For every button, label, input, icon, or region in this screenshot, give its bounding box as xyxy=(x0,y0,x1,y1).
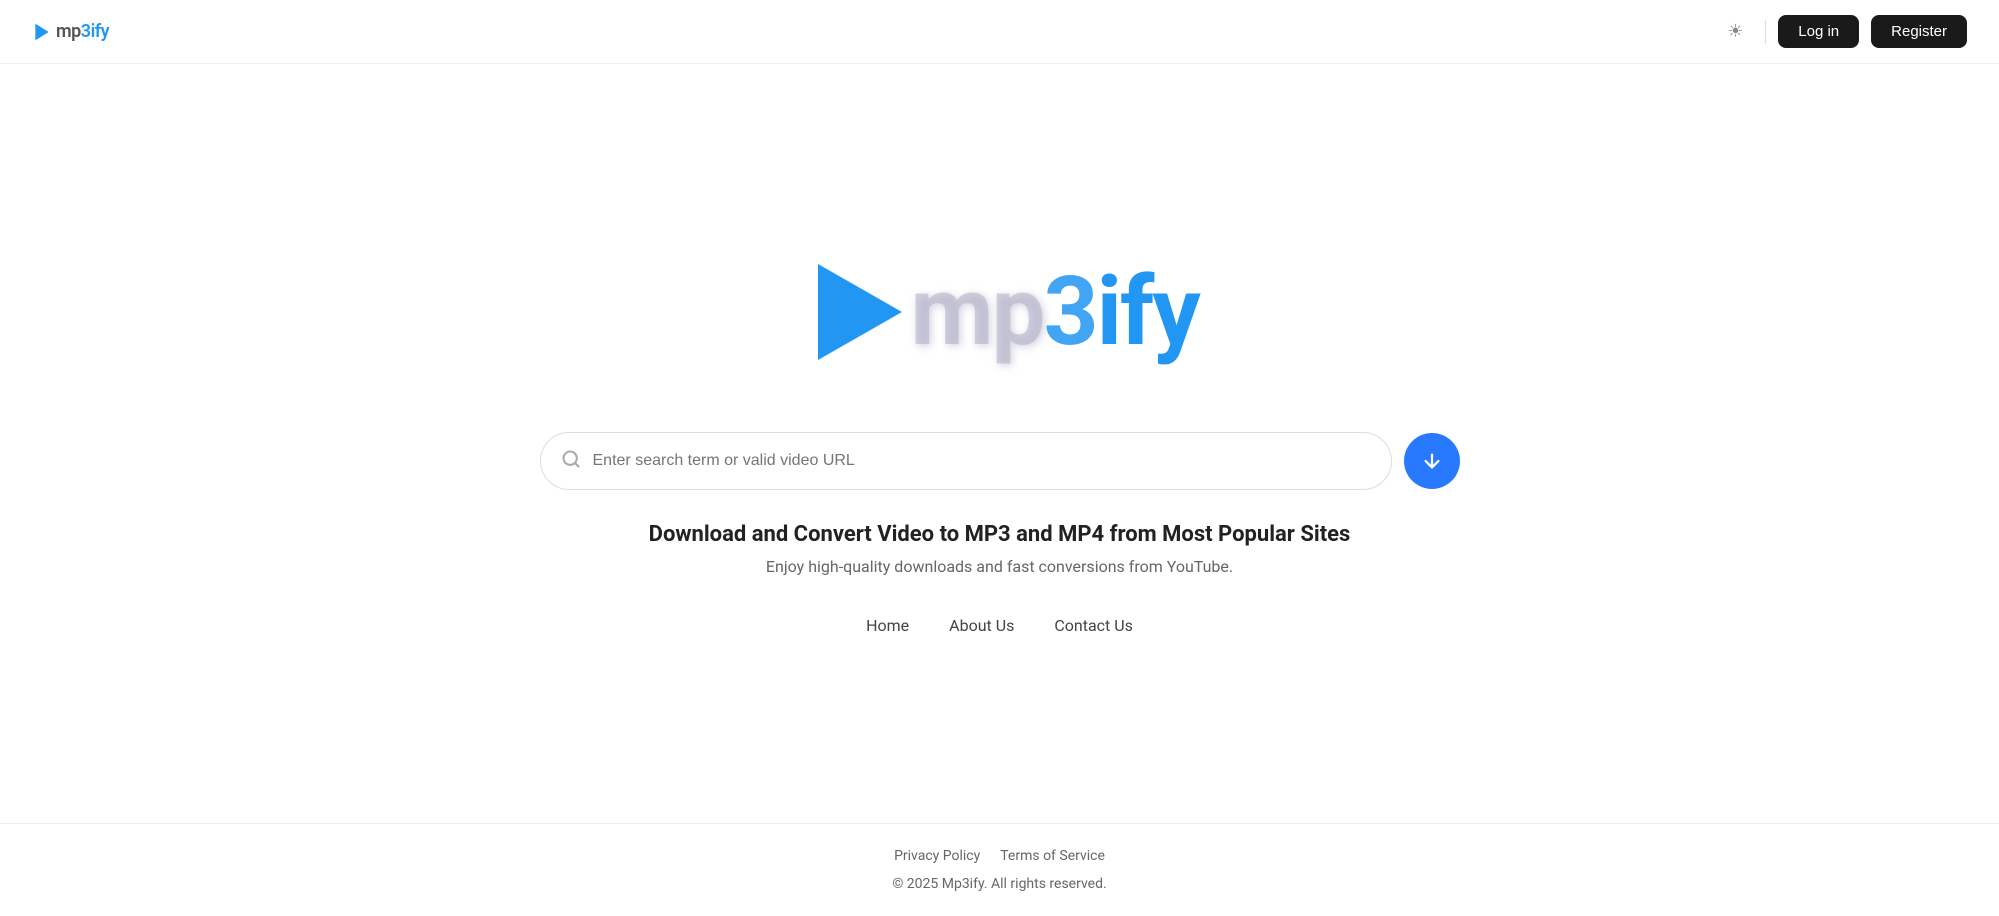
header-right: ☀ Log in Register xyxy=(1717,14,1967,50)
logo-small-icon xyxy=(32,22,52,42)
search-submit-button[interactable] xyxy=(1404,433,1460,489)
logo-ify: ify xyxy=(1097,256,1199,368)
nav-about[interactable]: About Us xyxy=(949,616,1014,635)
footer: Privacy Policy Terms of Service © 2025 M… xyxy=(0,823,1999,916)
login-button[interactable]: Log in xyxy=(1778,15,1859,48)
logo-mp: mp xyxy=(910,256,1043,368)
nav-home[interactable]: Home xyxy=(866,616,909,635)
download-icon xyxy=(1421,450,1443,472)
logo-small-text: mp3ify xyxy=(56,21,109,42)
logo-small[interactable]: mp3ify xyxy=(32,21,109,42)
register-button[interactable]: Register xyxy=(1871,15,1967,48)
logo-big-icon xyxy=(800,252,920,372)
search-container xyxy=(540,432,1460,490)
logo-big: mp3ify xyxy=(800,252,1198,372)
logo-three: 3 xyxy=(1043,256,1096,368)
tagline-title: Download and Convert Video to MP3 and MP… xyxy=(649,522,1351,547)
sun-icon: ☀ xyxy=(1727,21,1743,42)
main-content: mp3ify Download and Convert Video to MP3… xyxy=(0,64,1999,823)
footer-nav: Home About Us Contact Us xyxy=(866,576,1133,655)
search-icon xyxy=(561,449,581,474)
search-input[interactable] xyxy=(593,452,1371,470)
header: mp3ify ☀ Log in Register xyxy=(0,0,1999,64)
search-input-wrapper xyxy=(540,432,1392,490)
vertical-divider xyxy=(1765,20,1766,44)
footer-links: Privacy Policy Terms of Service xyxy=(20,848,1979,864)
theme-toggle-button[interactable]: ☀ xyxy=(1717,14,1753,50)
logo-big-text: mp3ify xyxy=(910,264,1198,360)
tagline-subtitle: Enjoy high-quality downloads and fast co… xyxy=(766,557,1233,576)
terms-of-service-link[interactable]: Terms of Service xyxy=(1000,848,1105,864)
nav-contact[interactable]: Contact Us xyxy=(1054,616,1133,635)
footer-copyright: © 2025 Mp3ify. All rights reserved. xyxy=(20,876,1979,892)
privacy-policy-link[interactable]: Privacy Policy xyxy=(894,848,980,864)
